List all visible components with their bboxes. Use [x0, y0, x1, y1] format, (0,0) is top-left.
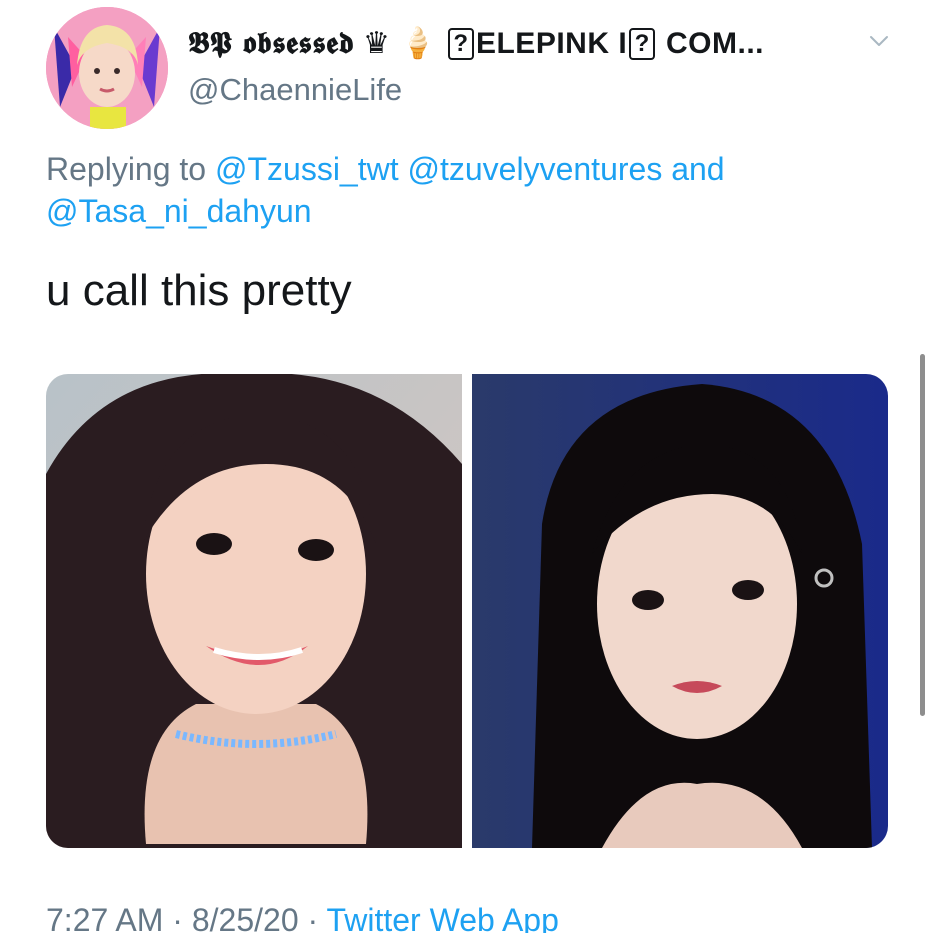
user-avatar[interactable] [46, 7, 168, 129]
avatar-image [46, 7, 168, 129]
tweet-time[interactable]: 7:27 AM [46, 902, 163, 933]
unsupported-glyph-box: ? [447, 28, 474, 60]
mention-link[interactable]: @Tasa_ni_dahyun [46, 193, 312, 229]
tweet-date[interactable]: 8/25/20 [192, 902, 299, 933]
photo-portrait [46, 374, 462, 848]
tweet-text: u call this pretty [46, 266, 352, 315]
replying-to-line: Replying to @Tzussi_twt @tzuvelyventures… [46, 148, 886, 232]
user-handle[interactable]: @ChaennieLife [188, 72, 402, 108]
tweet-photo-left[interactable] [46, 374, 462, 848]
photo-portrait [472, 374, 888, 848]
chevron-down-icon[interactable] [868, 30, 890, 52]
scrollbar[interactable] [920, 354, 925, 716]
mention-and[interactable]: and [671, 151, 724, 187]
display-name-emoji: ♛ 🍦 [363, 27, 438, 60]
tweet-detail: 𝕭𝕻 𝖔𝖇𝖘𝖊𝖘𝖘𝖊𝖉 ♛ 🍦 ? ELEPINK I? COM... @Chae… [0, 0, 933, 933]
tweet-source-link[interactable]: Twitter Web App [326, 902, 558, 933]
unsupported-glyph-box: ? [629, 28, 656, 60]
replying-to-label: Replying to [46, 151, 207, 187]
meta-separator: · [298, 902, 327, 933]
mention-link[interactable]: @Tzussi_twt [215, 151, 399, 187]
display-name-prefix: 𝕭𝕻 𝖔𝖇𝖘𝖊𝖘𝖘𝖊𝖉 [188, 26, 355, 61]
tweet-timestamp: 7:27 AM · 8/25/20 · Twitter Web App [46, 902, 559, 933]
tweet-photo-right[interactable] [472, 374, 888, 848]
display-name-middle: ELEPINK I [475, 27, 628, 60]
mention-link[interactable]: @tzuvelyventures [408, 151, 663, 187]
meta-separator: · [163, 902, 192, 933]
user-display-name[interactable]: 𝕭𝕻 𝖔𝖇𝖘𝖊𝖘𝖘𝖊𝖉 ♛ 🍦 ? ELEPINK I? COM... [188, 26, 764, 61]
display-name-suffix: COM... [657, 27, 765, 60]
